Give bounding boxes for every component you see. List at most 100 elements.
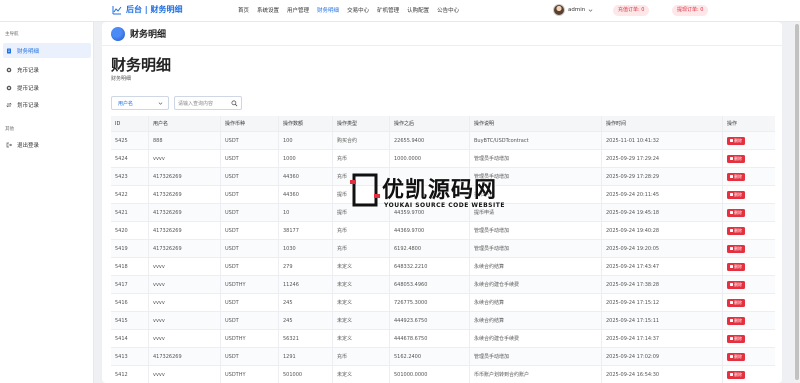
table-cell: 永续合约结算 — [470, 258, 602, 275]
table-cell: 5415 — [111, 312, 149, 329]
sidebar-item-label: 财务明细 — [17, 48, 40, 55]
table-cell: vvvv — [149, 312, 221, 329]
top-bar: 后台 | 财务明细 首页 系统设置 用户管理 财务明细 交易中心 矿机管理 认购配置 公告中心… — [0, 0, 800, 22]
action-cell: 删除 — [723, 204, 775, 221]
table-cell: 未定义 — [333, 330, 390, 347]
scrollbar-thumb[interactable] — [795, 24, 799, 380]
recharge-orders-badge[interactable]: 充值订单: 0 — [613, 5, 650, 16]
trash-icon — [730, 247, 733, 250]
table-cell: 417326269 — [149, 204, 221, 221]
table-cell: 管理员手动增加 — [470, 150, 602, 167]
column-header: 操作时间 — [602, 116, 723, 131]
table-cell: 未定义 — [333, 366, 390, 383]
sidebar-item-finance-details[interactable]: 财务明细 — [3, 43, 91, 58]
swap-icon — [6, 102, 12, 107]
sidebar-item-transfer-records[interactable]: 划币记录 — [3, 97, 91, 112]
nav-item[interactable]: 财务明细 — [317, 6, 339, 14]
table-cell: 11246 — [279, 276, 333, 293]
delete-button[interactable]: 删除 — [727, 280, 745, 289]
delete-button[interactable]: 删除 — [727, 262, 745, 271]
search-icon[interactable] — [231, 100, 238, 107]
column-header: 操作说明 — [470, 116, 602, 131]
delete-button[interactable]: 删除 — [727, 136, 745, 145]
document-icon — [7, 48, 11, 53]
action-cell: 删除 — [723, 330, 775, 347]
delete-button[interactable]: 删除 — [727, 154, 745, 163]
trash-icon — [730, 157, 733, 160]
logout-icon — [6, 142, 12, 147]
table-cell: 管理员手动增加 — [470, 168, 602, 185]
table-cell: USDT — [221, 348, 279, 365]
search-input[interactable] — [178, 99, 230, 108]
nav-item[interactable]: 认购配置 — [407, 6, 429, 14]
table-cell: vvvv — [149, 294, 221, 311]
table-cell: 417326269 — [149, 186, 221, 203]
table-header: ID 用户名 操作币种 操作数额 操作类型 操作之后 操作说明 操作时间 操作 — [111, 116, 775, 132]
action-cell: 删除 — [723, 312, 775, 329]
table-cell: 1000 — [279, 150, 333, 167]
nav-item[interactable]: 首页 — [238, 6, 249, 14]
table-cell: 2025-09-24 20:11:45 — [602, 186, 723, 203]
table-cell: 22655.9400 — [390, 132, 470, 149]
table-cell: 417326269 — [149, 240, 221, 257]
table-row: 5418 vvvv USDT 279 未定义 648332.2210 永续合约结算 2025-… — [111, 258, 775, 276]
field-select[interactable]: 用户名 — [111, 96, 169, 110]
table-cell: USDTHY — [221, 330, 279, 347]
delete-button[interactable]: 删除 — [727, 298, 745, 307]
main-panel: 财务明细 财务明细 财务明细 用户名 ID用户名操作币种操作数额操作类型操作之后… — [102, 22, 782, 383]
delete-button[interactable]: 删除 — [727, 208, 745, 217]
table-cell: 2025-09-24 19:40:28 — [602, 222, 723, 239]
table-cell: vvvv — [149, 276, 221, 293]
delete-button[interactable]: 删除 — [727, 316, 745, 325]
delete-button[interactable]: 删除 — [727, 370, 745, 379]
nav-item[interactable]: 矿机管理 — [377, 6, 399, 14]
table-cell: 5414 — [111, 330, 149, 347]
table-row: 5424 vvvv USDT 1000 充币 1000.0000 管理员手动增加 2025-0… — [111, 150, 775, 168]
table-cell: USDT — [221, 312, 279, 329]
sidebar-item-withdraw-records[interactable]: 提币记录 — [3, 80, 91, 95]
nav-item[interactable]: 用户管理 — [287, 6, 309, 14]
column-header: 操作之后 — [390, 116, 470, 131]
nav-item[interactable]: 交易中心 — [347, 6, 369, 14]
table-cell: 5412 — [111, 366, 149, 383]
delete-label: 删除 — [734, 227, 742, 233]
delete-label: 删除 — [734, 371, 742, 377]
delete-button[interactable]: 删除 — [727, 190, 745, 199]
table-cell: 5416 — [111, 294, 149, 311]
table-cell: 888 — [149, 132, 221, 149]
nav-item[interactable]: 系统设置 — [257, 6, 279, 14]
table-cell: 648332.2210 — [390, 258, 470, 275]
brand[interactable]: 后台 | 财务明细 — [112, 4, 183, 15]
table-cell: 648053.4960 — [390, 276, 470, 293]
table-cell: 5418 — [111, 258, 149, 275]
table-cell: 1000.0000 — [390, 150, 470, 167]
search-box — [174, 96, 242, 110]
table-cell: USDT — [221, 204, 279, 221]
delete-button[interactable]: 删除 — [727, 172, 745, 181]
delete-label: 删除 — [734, 191, 742, 197]
delete-button[interactable]: 删除 — [727, 226, 745, 235]
table-cell: 417326269 — [149, 222, 221, 239]
sidebar-item-logout[interactable]: 退出登录 — [3, 137, 91, 152]
user-menu[interactable]: admin — [553, 4, 593, 16]
header-title: 财务明细 — [130, 30, 167, 40]
table-cell: 未定义 — [333, 258, 390, 275]
table-cell: 2025-09-24 17:15:11 — [602, 312, 723, 329]
nav-item[interactable]: 公告中心 — [437, 6, 459, 14]
delete-label: 删除 — [734, 317, 742, 323]
delete-button[interactable]: 删除 — [727, 244, 745, 253]
table-cell: 未定义 — [333, 294, 390, 311]
table-cell: 5417 — [111, 276, 149, 293]
sidebar-item-deposit-records[interactable]: 充币记录 — [3, 62, 91, 77]
delete-label: 删除 — [734, 209, 742, 215]
table-cell: 币币账户划转到合约账户 — [470, 366, 602, 383]
table-cell: USDT — [221, 258, 279, 275]
table-cell: 永续合约结算 — [470, 294, 602, 311]
page-scrollbar[interactable] — [794, 22, 800, 383]
table-cell: 2025-09-24 17:43:47 — [602, 258, 723, 275]
table-row: 5417 vvvv USDTHY 11246 未定义 648053.4960 永续合约建仓手… — [111, 276, 775, 294]
page-subtitle: 财务明细 — [111, 76, 132, 82]
delete-button[interactable]: 删除 — [727, 334, 745, 343]
withdraw-orders-badge[interactable]: 提现订单: 0 — [672, 5, 709, 16]
delete-button[interactable]: 删除 — [727, 352, 745, 361]
